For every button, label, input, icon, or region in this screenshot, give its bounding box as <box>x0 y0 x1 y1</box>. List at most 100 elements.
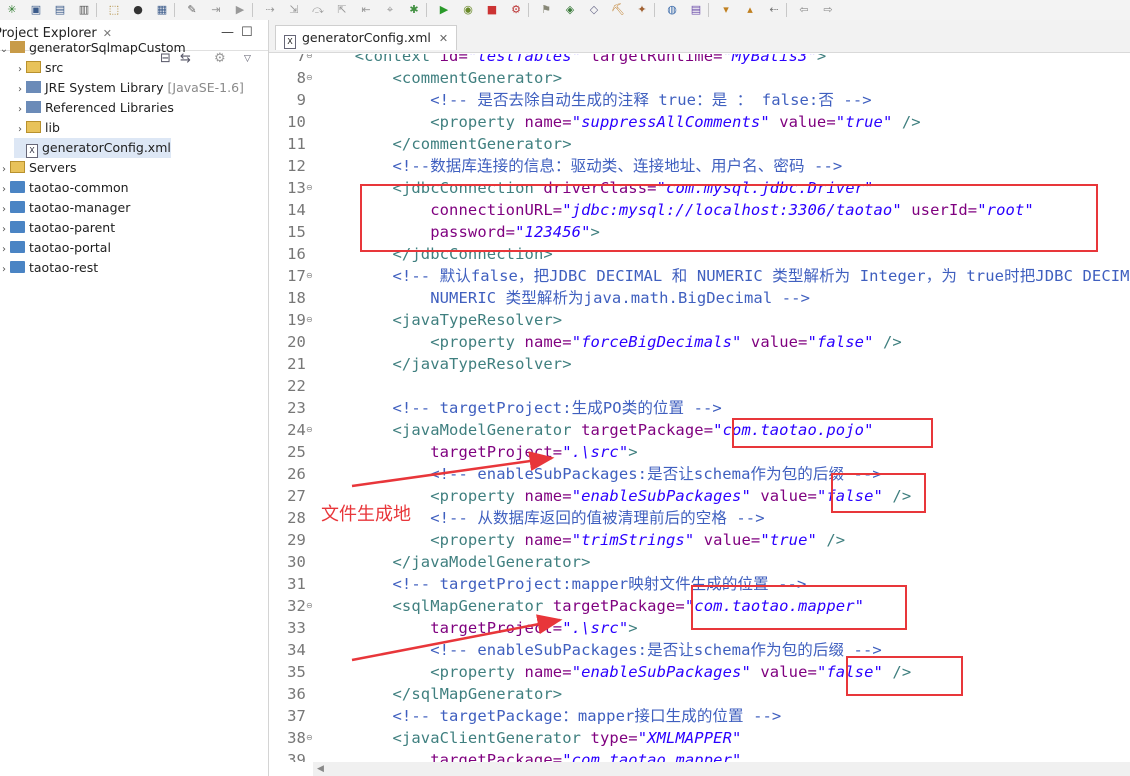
run-last-icon[interactable]: ▶ <box>232 0 248 20</box>
fold-toggle-icon[interactable]: ⊖ <box>306 67 316 89</box>
tree-item-label: Referenced Libraries <box>45 100 174 115</box>
collapsed-arrow-icon[interactable]: › <box>14 80 26 100</box>
tree-item[interactable]: › Servers <box>0 158 77 178</box>
xml-cmt-token: <!-- 是否去除自动生成的注释 true：是 ： false:否 --> <box>430 91 872 109</box>
step-return-icon[interactable]: ⇱ <box>334 0 350 20</box>
line-source: <!-- 是否去除自动生成的注释 true：是 ： false:否 --> <box>317 89 872 111</box>
horizontal-scrollbar[interactable]: ◀ <box>313 762 1130 776</box>
fold-toggle-icon[interactable]: ⊖ <box>306 419 316 441</box>
debug-toggle-icon[interactable]: ▦ <box>154 0 170 20</box>
close-icon[interactable]: ✕ <box>439 32 448 45</box>
tab-generator-config[interactable]: XgeneratorConfig.xml ✕ <box>275 25 458 50</box>
scroll-left-icon[interactable]: ◀ <box>317 762 324 776</box>
minimize-icon[interactable]: — <box>221 25 234 40</box>
tree-item[interactable]: › Referenced Libraries <box>14 98 174 118</box>
fold-toggle-icon[interactable]: ⊖ <box>306 177 316 199</box>
xml-attr-token: value= <box>769 113 836 131</box>
collapsed-arrow-icon[interactable]: › <box>0 260 10 280</box>
step-icon[interactable]: ⇢ <box>262 0 278 20</box>
new-class-icon[interactable]: ◈ <box>562 0 578 20</box>
collapsed-arrow-icon[interactable]: › <box>0 240 10 260</box>
project-explorer-panel: Project Explorer ✕ — ☐ ⊟ ⇆ ⚙ ▽ ⌄ generator… <box>0 20 269 776</box>
pin-icon[interactable]: ✎ <box>184 0 200 20</box>
search-icon[interactable]: ✦ <box>634 0 650 20</box>
code-line: 30 </javaModelGenerator> <box>269 551 1130 573</box>
collapsed-arrow-icon[interactable]: › <box>0 180 10 200</box>
expanded-arrow-icon[interactable]: ⌄ <box>0 40 10 60</box>
code-editor[interactable]: 7 ⊖ <context id="testTables" targetRuntim… <box>269 54 1130 762</box>
print-icon[interactable]: ▥ <box>76 0 92 20</box>
line-number: 17 <box>287 267 306 285</box>
use-step-filters-icon[interactable]: ⌖ <box>382 0 398 20</box>
tree-item[interactable]: › lib <box>14 118 60 138</box>
last-edit-icon[interactable]: ⇠ <box>766 0 782 20</box>
collapsed-arrow-icon[interactable]: › <box>14 120 26 140</box>
debug-icon[interactable]: ✱ <box>406 0 422 20</box>
tree-item[interactable]: › JRE System Library [JavaSE-1.6] <box>14 78 244 98</box>
line-source: targetProject=".\src"> <box>317 441 638 463</box>
library-icon <box>26 81 41 93</box>
tree-item[interactable]: › src <box>14 58 63 78</box>
editor-tab-label: generatorConfig.xml <box>302 30 431 45</box>
save-all-icon[interactable]: ▤ <box>52 0 68 20</box>
new-icon[interactable]: ✳ <box>4 0 20 20</box>
tree-item[interactable]: › taotao-rest <box>0 258 98 278</box>
back-icon[interactable]: ⇦ <box>796 0 812 20</box>
xml-tag-token: /> <box>892 113 921 131</box>
drop-frame-icon[interactable]: ⇤ <box>358 0 374 20</box>
run-icon[interactable]: ▶ <box>436 0 452 20</box>
fold-toggle-icon[interactable]: ⊖ <box>306 727 316 749</box>
code-line: 9 <!-- 是否去除自动生成的注释 true：是 ： false:否 --> <box>269 89 1130 111</box>
prev-annotation-icon[interactable]: ▴ <box>742 0 758 20</box>
fold-toggle-icon[interactable]: ⊖ <box>306 54 316 67</box>
next-annotation-icon[interactable]: ▾ <box>718 0 734 20</box>
annotation-label: 文件生成地 <box>321 504 411 525</box>
fold-toggle-icon[interactable]: ⊖ <box>306 595 316 617</box>
save-icon[interactable]: ▣ <box>28 0 44 20</box>
coverage-icon[interactable]: ◉ <box>460 0 476 20</box>
tree-item[interactable]: › taotao-manager <box>0 198 130 218</box>
step-over-icon[interactable]: ⤼ <box>310 0 326 20</box>
globe-icon[interactable]: ◍ <box>664 0 680 20</box>
view-menu-icon[interactable]: ▽ <box>244 54 251 64</box>
collapsed-arrow-icon[interactable]: › <box>14 100 26 120</box>
toolbar-separator <box>174 3 175 17</box>
tree-item[interactable]: › taotao-portal <box>0 238 111 258</box>
user-icon[interactable]: ● <box>130 0 146 20</box>
collapsed-arrow-icon[interactable]: › <box>0 220 10 240</box>
forward-icon[interactable]: ⇨ <box>820 0 836 20</box>
skip-icon[interactable]: ⇥ <box>208 0 224 20</box>
line-number: 32 <box>287 597 306 615</box>
tree-item[interactable]: › taotao-parent <box>0 218 115 238</box>
tree-item-label: generatorConfig.xml <box>42 140 171 155</box>
focus-icon[interactable]: ⚙ <box>214 51 226 66</box>
tree-item[interactable]: › taotao-common <box>0 178 129 198</box>
open-task-icon[interactable]: ⛏ <box>610 0 626 20</box>
tree-item[interactable]: ⌄ generatorSqlmapCustom <box>0 38 186 58</box>
tree-item[interactable]: XgeneratorConfig.xml <box>14 138 171 158</box>
xml-val-token: "com.taotao.mapper" <box>562 751 742 762</box>
project-folder-icon <box>10 241 25 253</box>
open-type-icon[interactable]: ◇ <box>586 0 602 20</box>
tasks-icon[interactable]: ▤ <box>688 0 704 20</box>
collapsed-arrow-icon[interactable]: › <box>0 200 10 220</box>
collapsed-arrow-icon[interactable]: › <box>14 60 26 80</box>
step-into-icon[interactable]: ⇲ <box>286 0 302 20</box>
stop-icon[interactable]: ■ <box>484 0 500 20</box>
xml-val-token: "XMLMAPPER" <box>637 729 742 747</box>
maximize-icon[interactable]: ☐ <box>241 25 253 40</box>
fold-toggle-icon[interactable]: ⊖ <box>306 265 316 287</box>
fold-toggle-icon[interactable]: ⊖ <box>306 309 316 331</box>
code-line: 38 ⊖ <javaClientGenerator type="XMLMAPPER… <box>269 727 1130 749</box>
external-tools-icon[interactable]: ⚙ <box>508 0 524 20</box>
new-server-icon[interactable]: ⚑ <box>538 0 554 20</box>
collapsed-arrow-icon[interactable]: › <box>0 160 10 180</box>
build-icon[interactable]: ⬚ <box>106 0 122 20</box>
code-line: 20 <property name="forceBigDecimals" val… <box>269 331 1130 353</box>
xml-attr-token: targetPackage= <box>581 421 714 439</box>
